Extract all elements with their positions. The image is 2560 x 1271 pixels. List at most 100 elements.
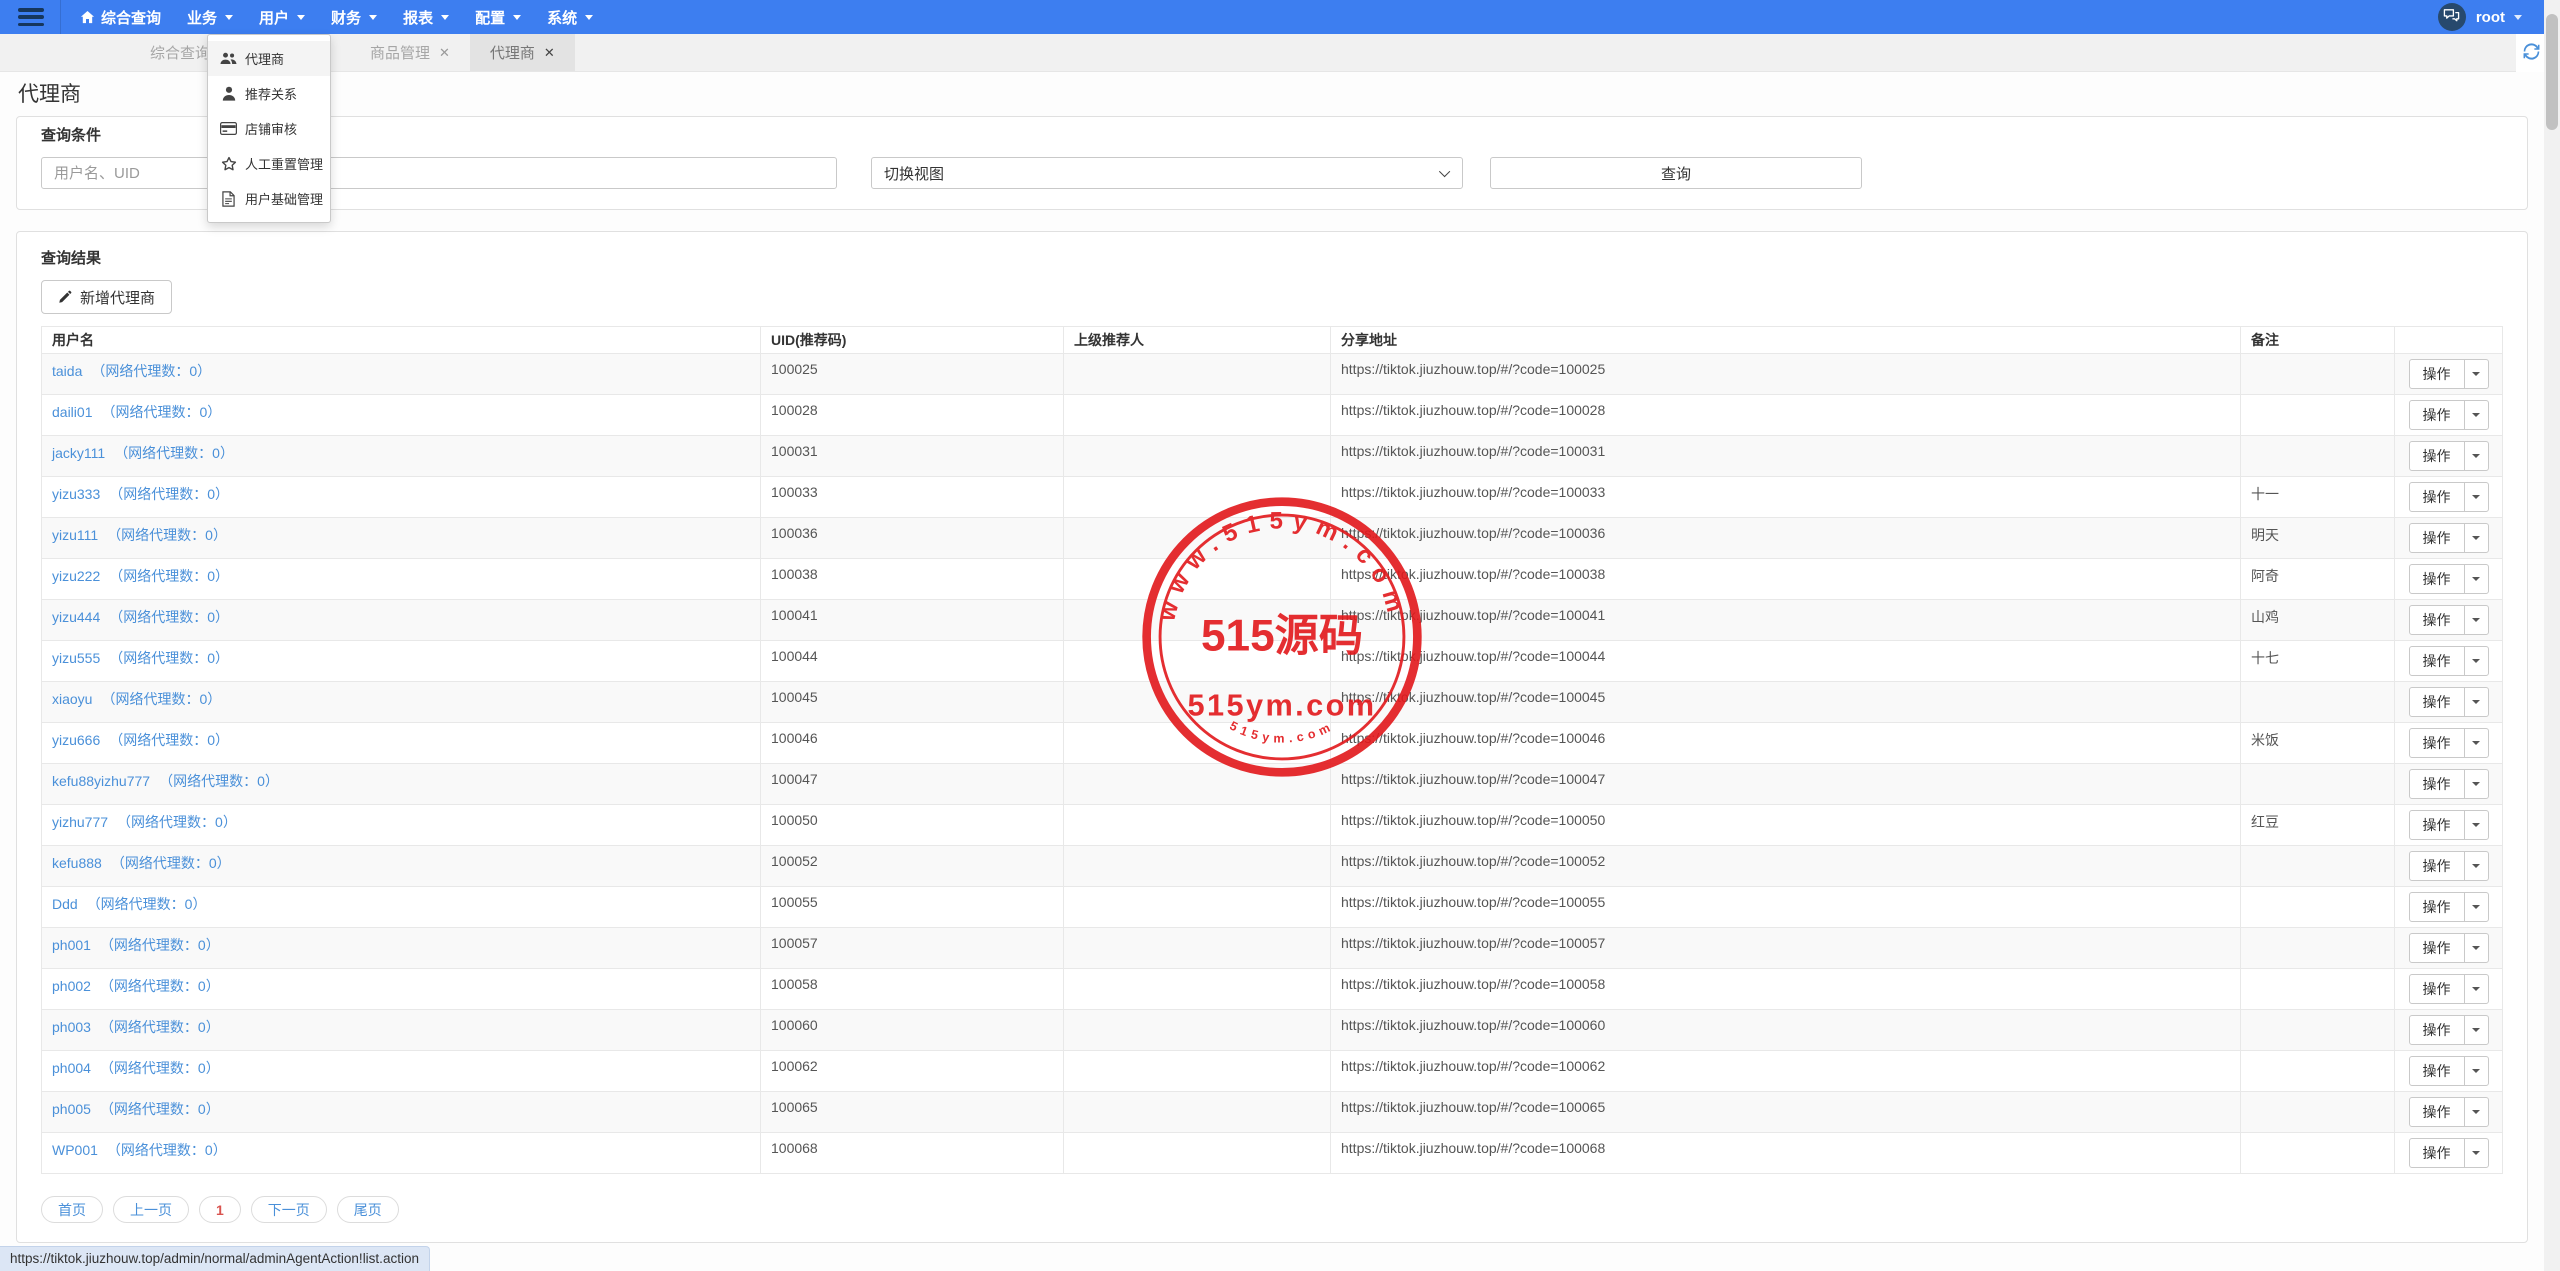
action-button[interactable]: 操作 <box>2409 810 2465 840</box>
add-agent-button[interactable]: 新增代理商 <box>41 280 172 314</box>
username-link[interactable]: ph005 <box>52 1101 91 1117</box>
username-link[interactable]: WP001 <box>52 1142 98 1158</box>
user-menu-item[interactable]: 人工重置管理 <box>208 146 330 181</box>
search-button[interactable]: 查询 <box>1490 157 1862 189</box>
action-button[interactable]: 操作 <box>2409 769 2465 799</box>
close-icon[interactable]: ✕ <box>439 45 450 61</box>
user-menu-item[interactable]: 推荐关系 <box>208 76 330 111</box>
action-button[interactable]: 操作 <box>2409 523 2465 553</box>
refresh-icon[interactable] <box>2523 43 2540 65</box>
action-button[interactable]: 操作 <box>2409 892 2465 922</box>
navbar-menu-item[interactable]: 配置 <box>462 0 534 34</box>
action-dropdown-toggle[interactable] <box>2464 1138 2489 1168</box>
hamburger-icon[interactable] <box>18 8 44 26</box>
action-button[interactable]: 操作 <box>2409 482 2465 512</box>
action-button[interactable]: 操作 <box>2409 441 2465 471</box>
action-dropdown-toggle[interactable] <box>2464 564 2489 594</box>
navbar-menu-item[interactable]: 业务 <box>174 0 246 34</box>
username-link[interactable]: kefu88yizhu777 <box>52 773 150 789</box>
action-dropdown-toggle[interactable] <box>2464 974 2489 1004</box>
pagination-button[interactable]: 1 <box>199 1196 241 1223</box>
view-select[interactable]: 切换视图 <box>871 157 1463 189</box>
action-dropdown-toggle[interactable] <box>2464 605 2489 635</box>
share-url-cell: https://tiktok.jiuzhouw.top/#/?code=1000… <box>1331 600 2241 641</box>
username-link[interactable]: ph002 <box>52 978 91 994</box>
action-dropdown-toggle[interactable] <box>2464 933 2489 963</box>
username-link[interactable]: Ddd <box>52 896 78 912</box>
username-link[interactable]: yizu666 <box>52 732 100 748</box>
agent-count-label: （网络代理数：0） <box>109 650 229 666</box>
action-button[interactable]: 操作 <box>2409 359 2465 389</box>
navbar-menu-item[interactable]: 用户 <box>246 0 318 34</box>
action-dropdown-toggle[interactable] <box>2464 851 2489 881</box>
username-link[interactable]: taida <box>52 363 82 379</box>
action-dropdown-toggle[interactable] <box>2464 728 2489 758</box>
keyword-input[interactable] <box>41 157 837 189</box>
user-menu-item[interactable]: 用户基础管理 <box>208 181 330 216</box>
username-link[interactable]: jacky111 <box>52 445 105 461</box>
action-cell: 操作 <box>2395 969 2503 1010</box>
user-menu-item-label: 代理商 <box>245 49 284 68</box>
user-menu-toggle[interactable]: root <box>2476 9 2522 26</box>
action-button[interactable]: 操作 <box>2409 933 2465 963</box>
navbar-menu-item[interactable]: 系统 <box>534 0 606 34</box>
action-dropdown-toggle[interactable] <box>2464 1056 2489 1086</box>
user-menu-item[interactable]: 代理商 <box>208 41 330 76</box>
navbar-menu-item[interactable]: 综合查询 <box>67 0 174 34</box>
action-button[interactable]: 操作 <box>2409 400 2465 430</box>
username-link[interactable]: yizu555 <box>52 650 100 666</box>
pagination-button[interactable]: 上一页 <box>113 1196 189 1223</box>
vertical-scrollbar[interactable] <box>2544 0 2560 1271</box>
action-button[interactable]: 操作 <box>2409 605 2465 635</box>
username-link[interactable]: yizu111 <box>52 527 98 543</box>
navbar-item-label: 配置 <box>475 7 505 28</box>
username-link[interactable]: ph001 <box>52 937 91 953</box>
action-dropdown-toggle[interactable] <box>2464 810 2489 840</box>
user-menu-item[interactable]: 店铺审核 <box>208 111 330 146</box>
action-button[interactable]: 操作 <box>2409 1138 2465 1168</box>
scrollbar-thumb[interactable] <box>2546 14 2558 130</box>
close-icon[interactable]: ✕ <box>544 45 555 61</box>
username-link[interactable]: daili01 <box>52 404 92 420</box>
referrer-cell <box>1064 764 1331 805</box>
username-link[interactable]: yizu222 <box>52 568 100 584</box>
action-button[interactable]: 操作 <box>2409 646 2465 676</box>
action-dropdown-toggle[interactable] <box>2464 646 2489 676</box>
action-button[interactable]: 操作 <box>2409 728 2465 758</box>
action-dropdown-toggle[interactable] <box>2464 482 2489 512</box>
navbar-menu-item[interactable]: 财务 <box>318 0 390 34</box>
action-button[interactable]: 操作 <box>2409 1097 2465 1127</box>
action-dropdown-toggle[interactable] <box>2464 769 2489 799</box>
pagination-button[interactable]: 下一页 <box>251 1196 327 1223</box>
username-link[interactable]: ph003 <box>52 1019 91 1035</box>
share-url-cell: https://tiktok.jiuzhouw.top/#/?code=1000… <box>1331 477 2241 518</box>
tab[interactable]: 代理商✕ <box>470 34 575 71</box>
tab[interactable]: 商品管理✕ <box>350 34 470 71</box>
action-button[interactable]: 操作 <box>2409 1056 2465 1086</box>
action-dropdown-toggle[interactable] <box>2464 1097 2489 1127</box>
username-link[interactable]: yizu333 <box>52 486 100 502</box>
action-dropdown-toggle[interactable] <box>2464 523 2489 553</box>
avatar[interactable] <box>2438 3 2466 31</box>
action-button[interactable]: 操作 <box>2409 687 2465 717</box>
action-dropdown-toggle[interactable] <box>2464 359 2489 389</box>
username-link[interactable]: xiaoyu <box>52 691 92 707</box>
action-button[interactable]: 操作 <box>2409 851 2465 881</box>
username-link[interactable]: ph004 <box>52 1060 91 1076</box>
navbar-menu-item[interactable]: 报表 <box>390 0 462 34</box>
pagination-button[interactable]: 尾页 <box>337 1196 399 1223</box>
action-button[interactable]: 操作 <box>2409 564 2465 594</box>
username-link[interactable]: yizhu777 <box>52 814 108 830</box>
pagination-button[interactable]: 首页 <box>41 1196 103 1223</box>
username-cell: ph005（网络代理数：0） <box>42 1092 761 1133</box>
action-dropdown-toggle[interactable] <box>2464 687 2489 717</box>
username-link[interactable]: yizu444 <box>52 609 100 625</box>
action-button[interactable]: 操作 <box>2409 1015 2465 1045</box>
action-dropdown-toggle[interactable] <box>2464 1015 2489 1045</box>
action-button[interactable]: 操作 <box>2409 974 2465 1004</box>
action-dropdown-toggle[interactable] <box>2464 441 2489 471</box>
username-link[interactable]: kefu888 <box>52 855 102 871</box>
action-dropdown-toggle[interactable] <box>2464 400 2489 430</box>
uid-cell: 100050 <box>761 805 1064 846</box>
action-dropdown-toggle[interactable] <box>2464 892 2489 922</box>
